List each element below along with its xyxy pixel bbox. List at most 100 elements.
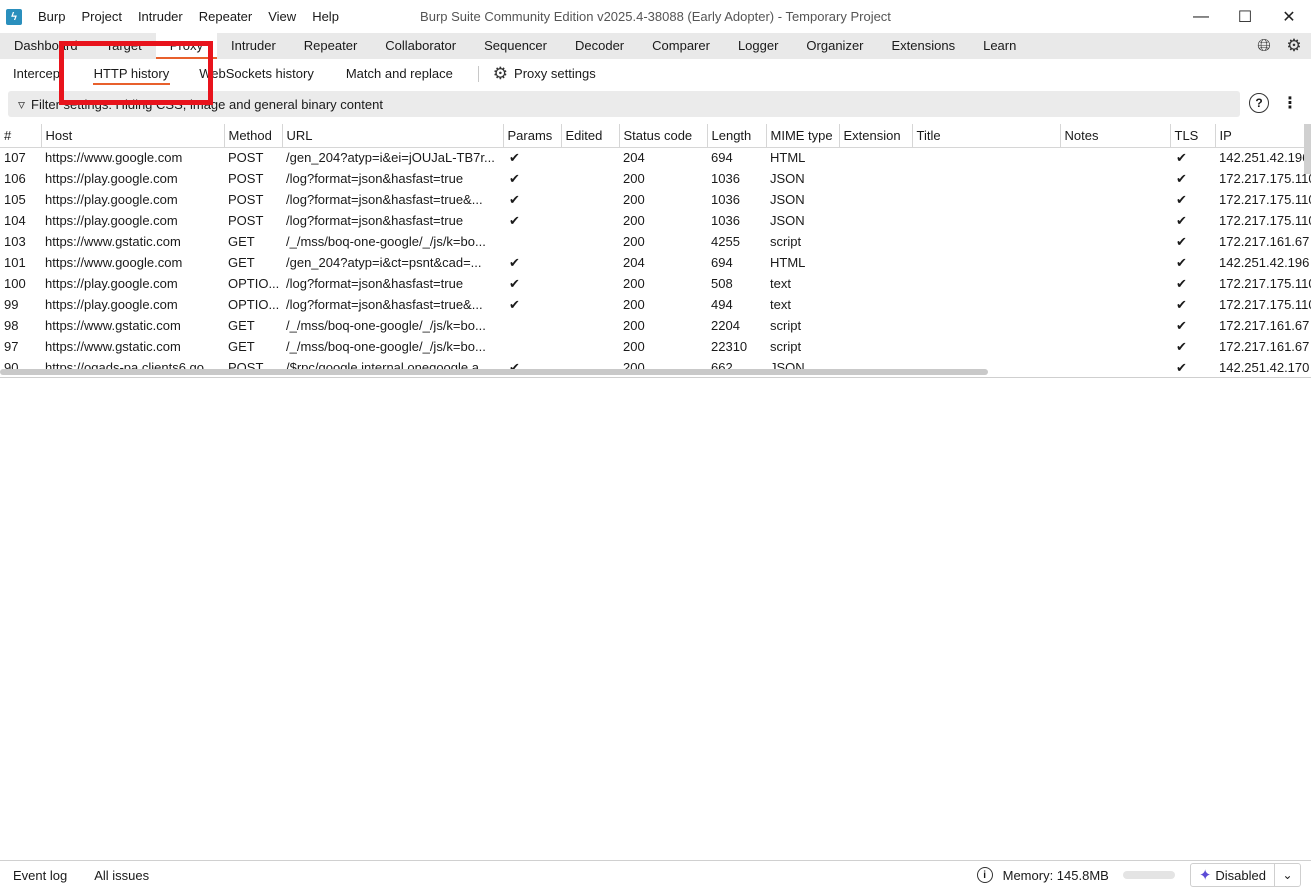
menu-repeater[interactable]: Repeater: [191, 0, 260, 33]
extension-cell: [839, 168, 912, 189]
column-header[interactable]: Length: [707, 124, 767, 148]
column-header[interactable]: #: [0, 124, 42, 148]
event-log-button[interactable]: Event log: [0, 868, 81, 883]
table-row[interactable]: 98 https://www.gstatic.com GET /_/mss/boq-o…: [0, 315, 1311, 336]
menu-intruder[interactable]: Intruder: [130, 0, 191, 33]
tls-cell: ✔: [1176, 317, 1187, 333]
length-cell: 694: [711, 150, 733, 166]
subtab-intercept[interactable]: Intercept: [0, 59, 79, 88]
table-row[interactable]: 99 https://play.google.com OPTIO... /log?fo…: [0, 294, 1311, 315]
subtab-websockets-history[interactable]: WebSockets history: [184, 59, 329, 88]
table-row[interactable]: 100 https://play.google.com OPTIO... /log?f…: [0, 273, 1311, 294]
filter-bar[interactable]: ▿ Filter settings: Hiding CSS, image and…: [8, 91, 1240, 117]
status-cell: 204: [623, 255, 645, 270]
length-cell: 494: [711, 297, 733, 312]
ip-cell: 172.217.175.110: [1219, 276, 1311, 291]
column-header[interactable]: Edited: [561, 124, 620, 148]
globe-icon[interactable]: 🌐︎: [1253, 35, 1275, 57]
tls-cell: ✔: [1176, 254, 1187, 270]
settings-gear-icon[interactable]: ⚙︎: [1283, 35, 1305, 57]
info-icon[interactable]: i: [976, 867, 993, 883]
minimize-icon[interactable]: —: [1179, 0, 1223, 33]
notes-cell: [1060, 189, 1170, 210]
tab-repeater[interactable]: Repeater: [290, 33, 371, 59]
subtab-http-history[interactable]: HTTP history: [79, 59, 185, 88]
host-cell: https://play.google.com: [45, 213, 178, 228]
tab-logger[interactable]: Logger: [724, 33, 792, 59]
table-row[interactable]: 101 https://www.google.com GET/gen_204?aty…: [0, 252, 1311, 273]
all-issues-button[interactable]: All issues: [81, 868, 163, 883]
ip-cell: 142.251.42.196: [1219, 255, 1310, 270]
table-row[interactable]: 105 https://play.google.com POST/log?forma…: [0, 189, 1311, 210]
table-row[interactable]: 97 https://www.gstatic.com GET /_/mss/boq-o…: [0, 336, 1311, 357]
url-cell: /log?format=json&hasfast=true&...: [286, 297, 483, 312]
tab-dashboard[interactable]: Dashboard: [0, 33, 92, 59]
column-header[interactable]: MIME type: [766, 124, 840, 148]
status-cell: 200: [623, 276, 645, 291]
status-cell: 200: [623, 171, 645, 186]
length-cell: 4255: [711, 234, 740, 249]
tab-proxy[interactable]: Proxy: [155, 33, 218, 59]
extension-cell: [839, 231, 912, 252]
row-number: 101: [4, 255, 26, 270]
menu-burp[interactable]: Burp: [30, 0, 73, 33]
main-tabs: Dashboard Target Proxy Intruder Repeater…: [0, 33, 1311, 59]
tab-learn[interactable]: Learn: [969, 33, 1030, 59]
menu-project[interactable]: Project: [73, 0, 129, 33]
tab-sequencer[interactable]: Sequencer: [470, 33, 561, 59]
column-header[interactable]: Title: [912, 124, 1061, 148]
ip-cell: 172.217.161.67: [1219, 318, 1310, 333]
proxy-settings-button[interactable]: ⚙︎ Proxy settings: [489, 64, 600, 84]
tab-collaborator[interactable]: Collaborator: [371, 33, 470, 59]
column-header[interactable]: Status code: [619, 124, 708, 148]
close-icon[interactable]: ✕: [1267, 0, 1311, 33]
filter-funnel-icon: ▿: [18, 95, 26, 112]
table-row[interactable]: 103 https://www.gstatic.com GET /_/mss/boq-…: [0, 231, 1311, 252]
column-header[interactable]: Extension: [839, 124, 913, 148]
table-row[interactable]: 106 https://play.google.com POST/log?forma…: [0, 168, 1311, 189]
column-header[interactable]: Notes: [1060, 124, 1171, 148]
tls-cell: ✔: [1176, 359, 1187, 375]
column-header[interactable]: Params: [503, 124, 562, 148]
column-header[interactable]: Method: [224, 124, 283, 148]
method-cell: OPTIO...: [228, 276, 280, 291]
tab-organizer[interactable]: Organizer: [792, 33, 877, 59]
chevron-down-icon[interactable]: ⌄: [1274, 864, 1300, 886]
table-row[interactable]: 107 https://www.google.com POST/gen_204?at…: [0, 147, 1311, 168]
menu-help[interactable]: Help: [304, 0, 347, 33]
subtab-match-and-replace[interactable]: Match and replace: [329, 59, 468, 88]
params-cell: ✔: [509, 149, 520, 165]
row-number: 104: [4, 213, 26, 228]
title-cell: [912, 147, 1060, 168]
column-header[interactable]: IP: [1215, 124, 1311, 148]
tls-cell: ✔: [1176, 170, 1187, 186]
notes-cell: [1060, 273, 1170, 294]
url-cell: /_/mss/boq-one-google/_/js/k=bo...: [286, 339, 486, 354]
mime-cell: script: [770, 234, 802, 249]
menu-view[interactable]: View: [260, 0, 304, 33]
tab-intruder[interactable]: Intruder: [217, 33, 290, 59]
table-row[interactable]: 104 https://play.google.com POST/log?forma…: [0, 210, 1311, 231]
tab-target[interactable]: Target: [92, 33, 156, 59]
url-cell: /log?format=json&hasfast=true&...: [286, 192, 483, 207]
vertical-scrollbar[interactable]: [1304, 124, 1311, 174]
status-bar: Event log All issues i Memory: 145.8MB ✦…: [0, 860, 1311, 889]
filter-text: Filter settings: Hiding CSS, image and g…: [31, 96, 383, 112]
method-cell: POST: [228, 213, 264, 228]
maximize-icon[interactable]: ☐: [1223, 0, 1267, 33]
ai-toggle-button[interactable]: ✦ Disabled ⌄: [1189, 863, 1301, 887]
horizontal-scrollbar[interactable]: [0, 369, 988, 375]
tab-extensions[interactable]: Extensions: [878, 33, 970, 59]
column-header[interactable]: Host: [41, 124, 225, 148]
column-header[interactable]: TLS: [1170, 124, 1216, 148]
extension-cell: [839, 336, 912, 357]
edited-cell: [561, 168, 619, 189]
more-options-icon[interactable]: ⋮: [1282, 93, 1298, 113]
extension-cell: [839, 252, 912, 273]
tab-comparer[interactable]: Comparer: [638, 33, 724, 59]
length-cell: 22310: [711, 339, 748, 354]
tls-cell: ✔: [1176, 296, 1187, 312]
column-header[interactable]: URL: [282, 124, 504, 148]
help-icon[interactable]: ?: [1249, 93, 1269, 113]
tab-decoder[interactable]: Decoder: [561, 33, 638, 59]
